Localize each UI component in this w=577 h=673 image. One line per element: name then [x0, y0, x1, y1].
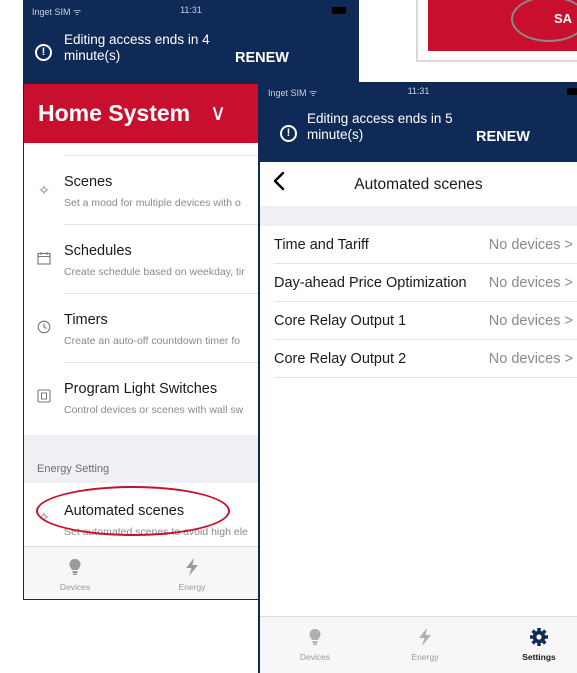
tab-label: Energy — [178, 582, 206, 592]
alert-circle-icon: ! — [280, 125, 297, 142]
divider — [274, 377, 577, 378]
status-bar: Inget SIM ᯤ 11:31 — [260, 82, 577, 102]
renew-button[interactable]: RENEW — [476, 129, 530, 145]
row-core-relay-output-1[interactable]: Core Relay Output 1 No devices > — [260, 302, 577, 340]
item-subtitle: Create schedule based on weekday, tir — [64, 266, 245, 278]
editing-access-banner: ! Editing access ends in 5 minute(s) REN… — [260, 102, 577, 162]
row-value: No devices > — [488, 275, 573, 291]
item-title: Automated scenes — [64, 503, 185, 519]
row-label: Time and Tariff — [274, 237, 369, 253]
calendar-icon — [36, 251, 52, 267]
page-title: Automated scenes — [354, 176, 483, 193]
battery-icon — [332, 7, 346, 14]
battery-icon — [567, 88, 577, 95]
item-title: Program Light Switches — [64, 381, 218, 397]
editing-access-banner: ! Editing access ends in 4 minute(s) REN… — [24, 21, 358, 84]
tab-label: Devices — [59, 582, 91, 592]
tab-bar: Devices Energy Settings — [260, 616, 577, 673]
sparkle-icon: ✧ — [38, 509, 50, 525]
row-label: Core Relay Output 2 — [274, 351, 407, 367]
gear-icon — [529, 627, 549, 647]
row-label: Day-ahead Price Optimization — [274, 275, 467, 291]
row-time-and-tariff[interactable]: Time and Tariff No devices > — [260, 226, 577, 264]
banner-message: Editing access ends in 4 minute(s) — [64, 32, 210, 63]
item-title: Timers — [64, 312, 108, 328]
clock: 11:31 — [180, 5, 202, 15]
chevron-down-icon[interactable]: ∨ — [210, 100, 226, 126]
alert-circle-icon: ! — [35, 44, 52, 61]
section-gap — [260, 206, 577, 226]
item-title: Schedules — [64, 243, 132, 259]
clock: 11:31 — [407, 86, 430, 96]
tab-label: Energy — [411, 652, 439, 662]
item-subtitle: Set a mood for multiple devices with o — [64, 197, 241, 209]
row-core-relay-output-2[interactable]: Core Relay Output 2 No devices > — [260, 340, 577, 378]
status-bar: Inget SIM ᯤ 11:31 — [24, 1, 358, 21]
tab-energy[interactable]: Energy — [380, 617, 470, 662]
bolt-icon — [415, 627, 435, 647]
renew-button[interactable]: RENEW — [235, 50, 289, 66]
bolt-icon — [182, 557, 202, 577]
clock-icon — [36, 320, 52, 336]
row-value: No devices > — [488, 313, 573, 329]
nav-bar: Automated scenes — [260, 162, 577, 207]
item-title: Scenes — [64, 174, 113, 190]
item-subtitle: Set automated scenes to avoid high ele — [64, 526, 248, 538]
bulb-icon — [305, 627, 325, 647]
row-value: No devices > — [488, 351, 573, 367]
tab-devices[interactable]: Devices — [270, 617, 360, 662]
banner-message: Editing access ends in 5 minute(s) — [307, 111, 453, 142]
sparkle-icon: ✧ — [38, 182, 50, 198]
row-value: No devices > — [488, 237, 573, 253]
tab-devices[interactable]: Devices — [30, 547, 120, 592]
row-day-ahead-price-optimization[interactable]: Day-ahead Price Optimization No devices … — [260, 264, 577, 302]
tab-energy[interactable]: Energy — [147, 547, 237, 592]
tab-label: Devices — [299, 652, 331, 662]
background-screen-fragment: SA — [416, 0, 577, 62]
tab-settings[interactable]: Settings — [494, 617, 577, 662]
item-subtitle: Control devices or scenes with wall sw — [64, 404, 244, 416]
row-label: Core Relay Output 1 — [274, 313, 407, 329]
switch-icon — [36, 389, 52, 405]
page-title: Home System — [38, 100, 191, 126]
tab-label: Settings — [522, 652, 556, 662]
section-label: Energy Setting — [37, 463, 110, 475]
item-subtitle: Create an auto-off countdown timer fo — [64, 335, 241, 347]
phone-screen-automated-scenes: Inget SIM ᯤ 11:31 ! Editing access ends … — [258, 82, 577, 673]
bulb-icon — [65, 557, 85, 577]
